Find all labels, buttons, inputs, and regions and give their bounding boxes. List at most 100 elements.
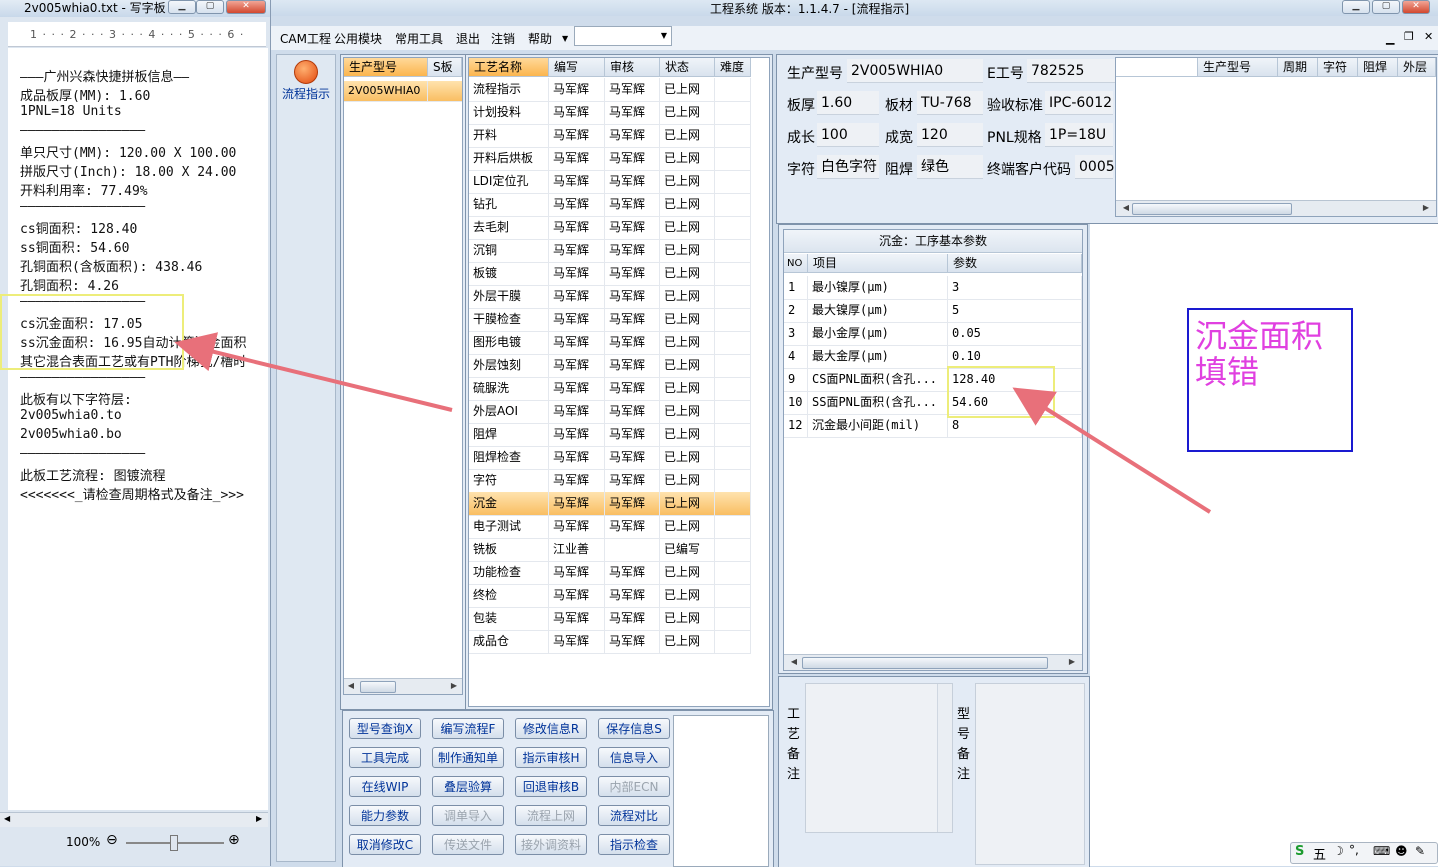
params-hscroll[interactable]: ◀ ▶: [784, 654, 1082, 670]
process-row[interactable]: 电子测试 马军辉 马军辉 已上网: [469, 515, 751, 539]
action-button[interactable]: 流程对比: [598, 805, 670, 826]
param-row[interactable]: 3 最小金厚(μm) 0.05: [784, 322, 1082, 346]
process-row[interactable]: LDI定位孔 马军辉 马军辉 已上网: [469, 170, 751, 194]
wordpad-close-button[interactable]: ✕: [226, 0, 266, 14]
process-row[interactable]: 功能检查 马军辉 马军辉 已上网: [469, 561, 751, 585]
process-row[interactable]: 外层AOI 马军辉 马军辉 已上网: [469, 400, 751, 424]
ime-mode[interactable]: 五: [1313, 844, 1326, 863]
process-row[interactable]: 终检 马军辉 马军辉 已上网: [469, 584, 751, 608]
scroll-right-icon[interactable]: ▶: [448, 680, 460, 692]
menu-help-dropdown-icon[interactable]: ▼: [562, 34, 568, 43]
action-button[interactable]: 内部ECN: [598, 776, 670, 797]
process-row[interactable]: 流程指示 马军辉 马军辉 已上网: [469, 78, 751, 102]
layer-col-mask[interactable]: 阻焊: [1358, 58, 1398, 77]
params-col-item[interactable]: 项目: [808, 254, 948, 273]
scroll-left-icon[interactable]: ◀: [1120, 202, 1132, 214]
action-button[interactable]: 回退审核B: [515, 776, 587, 797]
layer-col-model[interactable]: 生产型号: [1198, 58, 1278, 77]
wordpad-maximize-button[interactable]: ▢: [196, 0, 224, 14]
process-row[interactable]: 字符 马军辉 马军辉 已上网: [469, 469, 751, 493]
action-button[interactable]: 制作通知单: [432, 747, 504, 768]
model-hscroll[interactable]: ◀ ▶: [344, 678, 462, 694]
process-row[interactable]: 板镀 马军辉 马军辉 已上网: [469, 262, 751, 286]
action-button[interactable]: 传送文件: [432, 834, 504, 855]
wordpad-ruler[interactable]: 1 · · · 2 · · · 3 · · · 4 · · · 5 · · · …: [8, 22, 266, 47]
thickness-field[interactable]: 1.60: [817, 91, 879, 115]
layer-hscroll[interactable]: ◀ ▶: [1116, 200, 1436, 216]
zoom-in-icon[interactable]: ⊕: [228, 832, 240, 848]
action-button[interactable]: 工具完成: [349, 747, 421, 768]
process-row[interactable]: 沉铜 马军辉 马军辉 已上网: [469, 239, 751, 263]
action-button[interactable]: 取消修改C: [349, 834, 421, 855]
process-row[interactable]: 去毛刺 马军辉 马军辉 已上网: [469, 216, 751, 240]
action-button[interactable]: 接外调资料: [515, 834, 587, 855]
wrench-icon[interactable]: ✎: [1415, 844, 1425, 858]
standard-field[interactable]: IPC-6012: [1045, 91, 1113, 115]
model-row[interactable]: 2V005WHIA0: [344, 81, 462, 102]
close-button[interactable]: ✕: [1402, 0, 1430, 14]
zoom-out-icon[interactable]: ⊖: [106, 832, 118, 848]
pnl-field[interactable]: 1P=18U: [1045, 123, 1113, 147]
action-button[interactable]: 信息导入: [598, 747, 670, 768]
wordpad-minimize-button[interactable]: ▁: [168, 0, 196, 14]
customer-code-field[interactable]: 0005: [1075, 155, 1115, 179]
scroll-right-icon[interactable]: ▶: [1420, 202, 1432, 214]
process-row[interactable]: 阻焊检查 马军辉 马军辉 已上网: [469, 446, 751, 470]
keyboard-icon[interactable]: ⌨: [1373, 844, 1390, 858]
params-col-no[interactable]: NO: [784, 254, 808, 273]
wordpad-document[interactable]: ———广州兴森快捷拼板信息—— 成品板厚(MM): 1.60 1PNL=18 Uni…: [8, 48, 268, 810]
action-button[interactable]: 指示审核H: [515, 747, 587, 768]
scroll-thumb[interactable]: [360, 681, 396, 693]
action-button[interactable]: 能力参数: [349, 805, 421, 826]
process-row[interactable]: 阻焊 马军辉 马军辉 已上网: [469, 423, 751, 447]
flow-indicator-icon[interactable]: [294, 60, 318, 84]
process-note-field[interactable]: [805, 683, 953, 833]
wordpad-hscroll[interactable]: ◀ ▶: [0, 812, 268, 827]
param-row[interactable]: 1 最小镍厚(μm) 3: [784, 276, 1082, 300]
process-row[interactable]: 钻孔 马军辉 马军辉 已上网: [469, 193, 751, 217]
process-row[interactable]: 图形电镀 马军辉 马军辉 已上网: [469, 331, 751, 355]
mask-field[interactable]: 绿色: [917, 155, 983, 179]
action-button[interactable]: 型号查询X: [349, 718, 421, 739]
action-button[interactable]: 修改信息R: [515, 718, 587, 739]
layer-col-cycle[interactable]: 周期: [1278, 58, 1318, 77]
model-col-header[interactable]: 生产型号: [344, 58, 428, 77]
mdi-restore-icon[interactable]: ❐: [1404, 30, 1414, 43]
scroll-left-icon[interactable]: ◀: [345, 680, 357, 692]
process-row[interactable]: 计划投料 马军辉 马军辉 已上网: [469, 101, 751, 125]
menu-exit[interactable]: 退出: [456, 30, 480, 47]
scroll-right-icon[interactable]: ▶: [256, 814, 262, 823]
minimize-button[interactable]: ▁: [1342, 0, 1370, 14]
action-button[interactable]: 在线WIP: [349, 776, 421, 797]
char-field[interactable]: 白色字符: [817, 155, 879, 179]
nav-flow-indicator[interactable]: 流程指示: [277, 85, 335, 102]
layer-col-char[interactable]: 字符: [1318, 58, 1358, 77]
menu-logout[interactable]: 注销: [491, 30, 515, 47]
process-row[interactable]: 干膜检查 马军辉 马军辉 已上网: [469, 308, 751, 332]
length-field[interactable]: 100: [817, 123, 879, 147]
model-note-field[interactable]: [975, 683, 1085, 865]
process-row[interactable]: 外层蚀刻 马军辉 马军辉 已上网: [469, 354, 751, 378]
process-col-reviewer[interactable]: 审核: [605, 58, 660, 77]
action-button[interactable]: 保存信息S: [598, 718, 670, 739]
sboard-col-header[interactable]: S板: [428, 58, 462, 77]
note-vscroll[interactable]: [937, 684, 952, 832]
process-row[interactable]: 成品仓 马军辉 马军辉 已上网: [469, 630, 751, 654]
mdi-close-icon[interactable]: ✕: [1424, 30, 1433, 43]
zoom-slider-thumb[interactable]: [170, 835, 178, 851]
maximize-button[interactable]: ▢: [1372, 0, 1400, 14]
process-col-difficulty[interactable]: 难度: [715, 58, 751, 77]
material-field[interactable]: TU-768: [917, 91, 983, 115]
scroll-thumb[interactable]: [1132, 203, 1292, 215]
scroll-thumb[interactable]: [802, 657, 1048, 669]
action-button[interactable]: 指示检查: [598, 834, 670, 855]
scroll-left-icon[interactable]: ◀: [788, 656, 800, 668]
width-field[interactable]: 120: [917, 123, 983, 147]
scroll-right-icon[interactable]: ▶: [1066, 656, 1078, 668]
params-col-value[interactable]: 参数: [948, 254, 1082, 273]
process-row[interactable]: 开料 马军辉 马军辉 已上网: [469, 124, 751, 148]
process-col-writer[interactable]: 编写: [549, 58, 605, 77]
ime-logo-icon[interactable]: S: [1295, 844, 1304, 859]
process-col-name[interactable]: 工艺名称: [469, 58, 549, 77]
process-row[interactable]: 外层干膜 马军辉 马军辉 已上网: [469, 285, 751, 309]
